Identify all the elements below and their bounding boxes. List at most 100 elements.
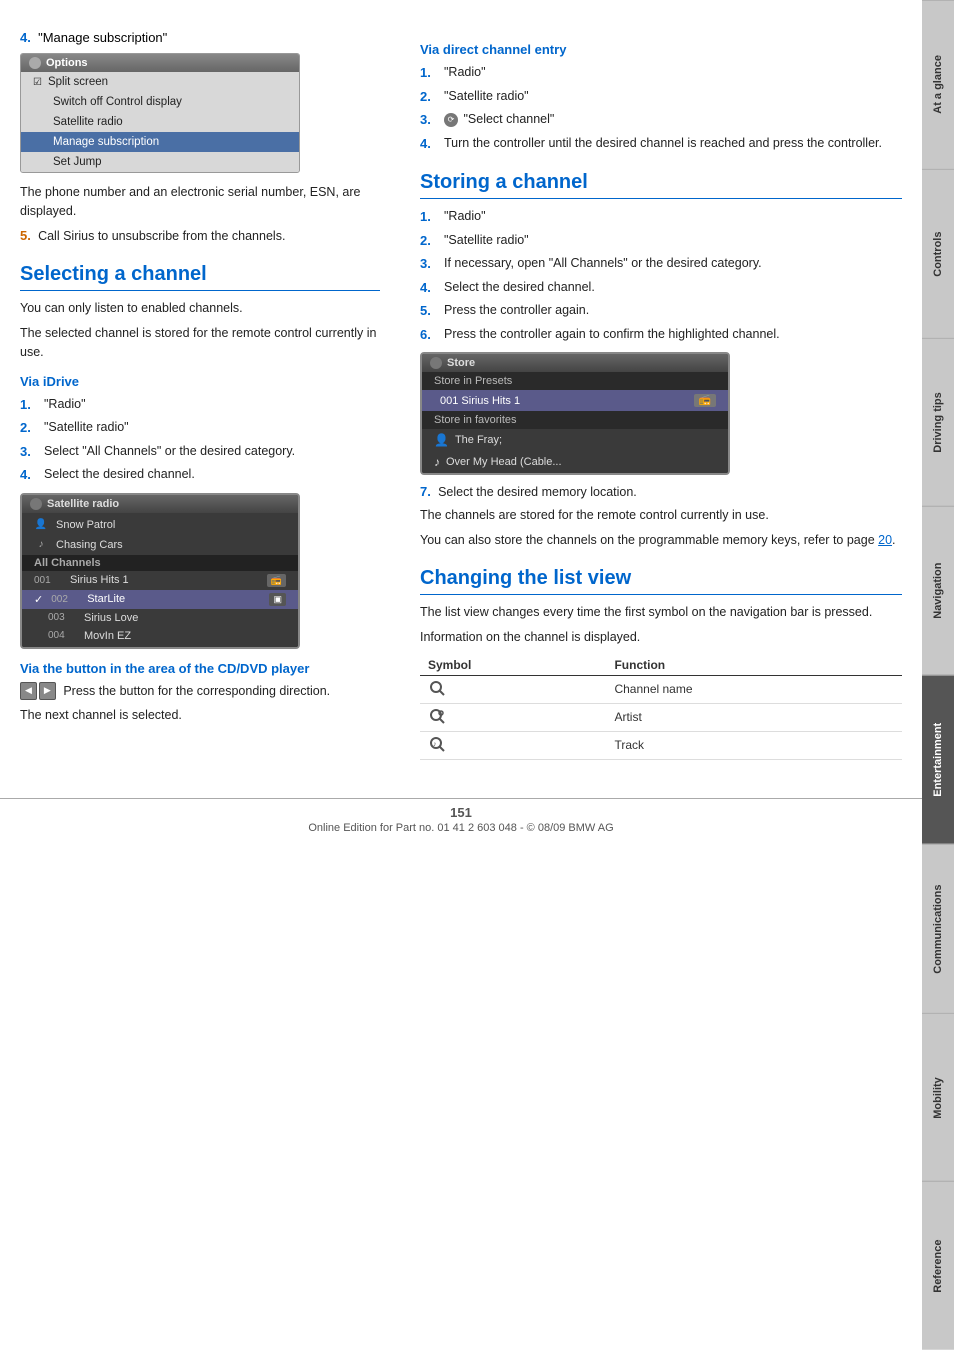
- table-row-channel: Channel name: [420, 675, 902, 703]
- storing-heading: Storing a channel: [420, 171, 902, 199]
- changing-para1: The list view changes every time the fir…: [420, 603, 902, 622]
- store-item-sirius-hits[interactable]: 001 Sirius Hits 1 📻: [422, 390, 728, 411]
- tab-entertainment[interactable]: Entertainment: [922, 675, 954, 844]
- col-symbol: Symbol: [420, 655, 606, 676]
- idrive-steps-list: 1. "Radio" 2. "Satellite radio" 3. Selec…: [20, 395, 380, 485]
- music-icon: ♪: [34, 538, 48, 552]
- btn-right-arrow: ▶: [39, 682, 56, 700]
- store-content: Store in Presets 001 Sirius Hits 1 📻 Sto…: [422, 372, 728, 473]
- via-dvd-para2: The next channel is selected.: [20, 706, 380, 725]
- step5-text: 5. Call Sirius to unsubscribe from the c…: [20, 227, 380, 246]
- tab-reference[interactable]: Reference: [922, 1181, 954, 1350]
- split-icon: ☑: [33, 77, 42, 88]
- step7-num: 7.: [420, 484, 431, 499]
- changing-heading: Changing the list view: [420, 567, 902, 595]
- tab-navigation[interactable]: Navigation: [922, 506, 954, 675]
- sat-item-chasingcars[interactable]: ♪ Chasing Cars: [22, 535, 298, 555]
- sat-content: 👤 Snow Patrol ♪ Chasing Cars All Channel…: [22, 513, 298, 647]
- storing-step-4: 4. Select the desired channel.: [420, 278, 902, 298]
- store-favorites-header: Store in favorites: [422, 411, 728, 429]
- page-number: 151: [0, 805, 922, 820]
- sat-item-snowpatrol[interactable]: 👤 Snow Patrol: [22, 515, 298, 535]
- page-link[interactable]: 20: [878, 533, 892, 547]
- btn-left-arrow: ◀: [20, 682, 37, 700]
- artist-symbol-icon: [428, 707, 446, 725]
- cd-dvd-button: ◀ ▶: [20, 682, 56, 700]
- sat-item-001[interactable]: 001 Sirius Hits 1 📻: [22, 571, 298, 590]
- track-symbol-icon: ♪: [428, 735, 446, 753]
- step5-num: 5.: [20, 228, 31, 243]
- tab-driving-tips[interactable]: Driving tips: [922, 338, 954, 507]
- via-idrive-heading: Via iDrive: [20, 374, 380, 389]
- tab-at-a-glance[interactable]: At a glance: [922, 0, 954, 169]
- storing-step-2: 2. "Satellite radio": [420, 231, 902, 251]
- side-tabs: At a glance Controls Driving tips Naviga…: [922, 0, 954, 1350]
- tab-mobility[interactable]: Mobility: [922, 1013, 954, 1182]
- storing-step-3: 3. If necessary, open "All Channels" or …: [420, 254, 902, 274]
- sat-item-002[interactable]: ✓ 002 StarLite ▣: [22, 590, 298, 609]
- changing-para2: Information on the channel is displayed.: [420, 628, 902, 647]
- via-dvd-para1: ◀ ▶ Press the button for the correspondi…: [20, 682, 380, 701]
- titlebar-icon: [29, 57, 41, 69]
- selecting-para1: You can only listen to enabled channels.: [20, 299, 380, 318]
- symbol-channel: [420, 675, 606, 703]
- store-ui: Store Store in Presets 001 Sirius Hits 1…: [420, 352, 730, 475]
- table-row-artist: Artist: [420, 703, 902, 731]
- direct-step-1: 1. "Radio": [420, 63, 902, 83]
- idrive-step-3: 3. Select "All Channels" or the desired …: [20, 442, 380, 462]
- direct-step-3: 3. ⟳ "Select channel": [420, 110, 902, 130]
- function-artist: Artist: [606, 703, 902, 731]
- symbol-table: Symbol Function Channel name: [420, 655, 902, 760]
- function-track: Track: [606, 731, 902, 759]
- menu-item-satellite[interactable]: Satellite radio: [21, 112, 299, 132]
- sat-item-004[interactable]: 004 MovIn EZ: [22, 627, 298, 645]
- direct-step-4: 4. Turn the controller until the desired…: [420, 134, 902, 154]
- page-footer: 151 Online Edition for Part no. 01 41 2 …: [0, 798, 922, 840]
- storing-para1: The channels are stored for the remote c…: [420, 506, 902, 525]
- symbol-track: ♪: [420, 731, 606, 759]
- step5-content: Call Sirius to unsubscribe from the chan…: [38, 229, 285, 243]
- storing-steps-list: 1. "Radio" 2. "Satellite radio" 3. If ne…: [420, 207, 902, 344]
- table-row-track: ♪ Track: [420, 731, 902, 759]
- idrive-step-1: 1. "Radio": [20, 395, 380, 415]
- menu-item-split[interactable]: ☑ Split screen: [21, 72, 299, 92]
- person-icon: 👤: [34, 518, 48, 532]
- via-direct-heading: Via direct channel entry: [420, 42, 902, 57]
- via-direct-section: Via direct channel entry 1. "Radio" 2. "…: [420, 42, 902, 153]
- sat-title-text: Satellite radio: [47, 498, 119, 510]
- menu-item-manage[interactable]: Manage subscription: [21, 132, 299, 152]
- selecting-para2: The selected channel is stored for the r…: [20, 324, 380, 362]
- controller-icon: ⟳: [444, 113, 458, 127]
- idrive-step-4: 4. Select the desired channel.: [20, 465, 380, 485]
- store-item-overmyhead[interactable]: ♪ Over My Head (Cable...: [422, 451, 728, 473]
- tab-controls[interactable]: Controls: [922, 169, 954, 338]
- idrive-step-2: 2. "Satellite radio": [20, 418, 380, 438]
- menu-item-switch[interactable]: Switch off Control display: [21, 92, 299, 112]
- step7-text: 7. Select the desired memory location.: [420, 483, 902, 502]
- sat-title-icon: [30, 498, 42, 510]
- selecting-heading: Selecting a channel: [20, 263, 380, 291]
- step7-content: Select the desired memory location.: [438, 485, 637, 499]
- para1: The phone number and an electronic seria…: [20, 183, 380, 221]
- sat-item-003[interactable]: 003 Sirius Love: [22, 609, 298, 627]
- channel-symbol-icon: [428, 679, 446, 697]
- store-title-icon: [430, 357, 442, 369]
- via-dvd-section: Via the button in the area of the CD/DVD…: [20, 661, 380, 726]
- options-menu: ☑ Split screen Switch off Control displa…: [21, 72, 299, 172]
- page-container: 4. "Manage subscription" Options ☑ Split…: [0, 0, 922, 798]
- fray-person-icon: 👤: [434, 433, 449, 447]
- menu-item-jump[interactable]: Set Jump: [21, 152, 299, 172]
- storing-step-1: 1. "Radio": [420, 207, 902, 227]
- function-channel: Channel name: [606, 675, 902, 703]
- store-titlebar: Store: [422, 354, 728, 372]
- all-channels-separator: All Channels: [22, 555, 298, 571]
- starlite-badge: ▣: [269, 593, 286, 606]
- tab-communications[interactable]: Communications: [922, 844, 954, 1013]
- changing-section: Changing the list view The list view cha…: [420, 567, 902, 760]
- store-item-fray[interactable]: 👤 The Fray;: [422, 429, 728, 451]
- direct-step-2: 2. "Satellite radio": [420, 87, 902, 107]
- store-title-text: Store: [447, 357, 475, 369]
- symbol-artist: [420, 703, 606, 731]
- sat-titlebar: Satellite radio: [22, 495, 298, 513]
- step4-content: "Manage subscription": [38, 30, 167, 45]
